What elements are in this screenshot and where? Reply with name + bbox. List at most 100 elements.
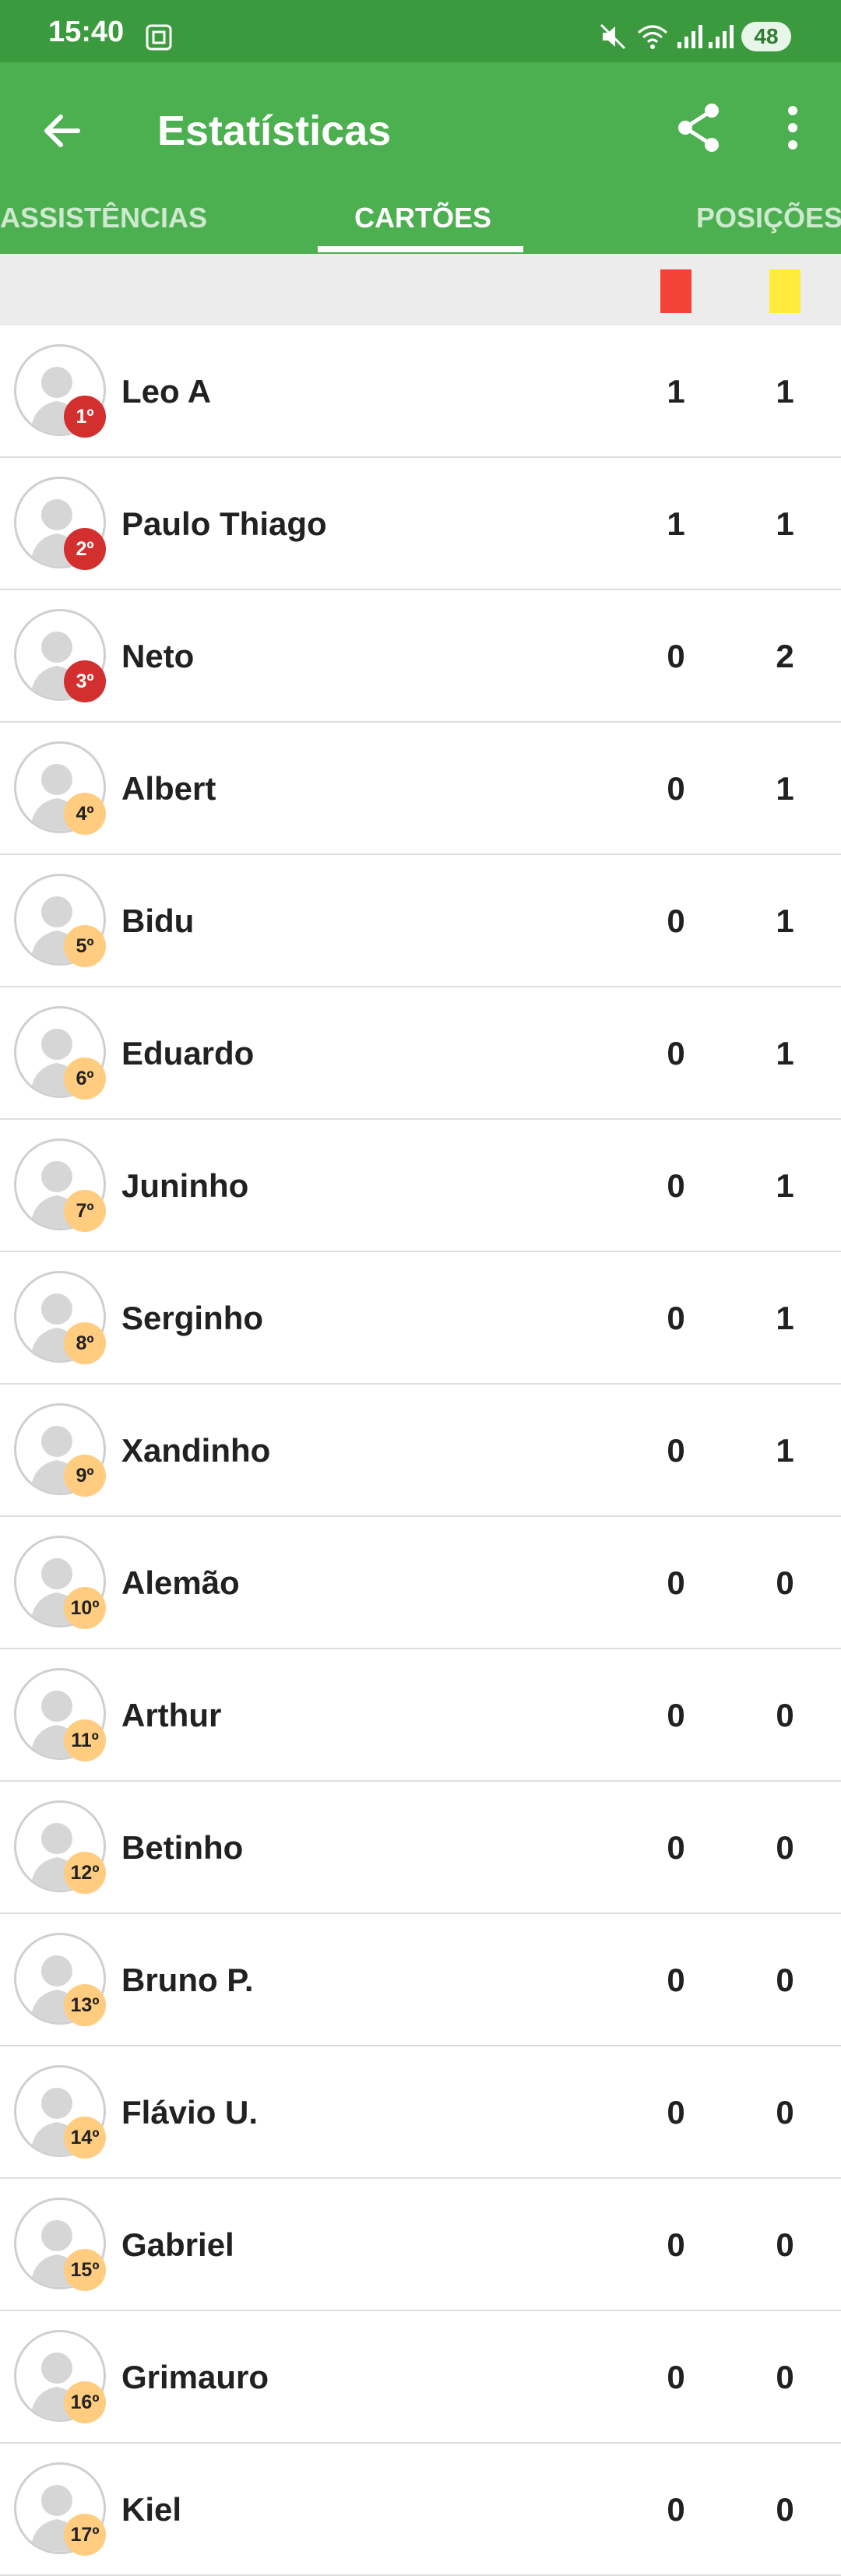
- player-name: Grimauro: [121, 2359, 269, 2395]
- yellow-card-count: 0: [776, 2491, 794, 2528]
- rank-badge: 14º: [64, 2117, 106, 2159]
- yellow-card-count: 1: [776, 770, 794, 807]
- tab-cartoes[interactable]: CARTÕES: [354, 201, 491, 235]
- signal-icon: [677, 25, 702, 48]
- player-name: Xandinho: [121, 1432, 271, 1469]
- player-name: Eduardo: [121, 1035, 255, 1072]
- player-row[interactable]: 1º Leo A 1 1: [0, 326, 841, 458]
- back-arrow-icon[interactable]: [33, 101, 92, 160]
- yellow-card-count: 0: [776, 1697, 794, 1733]
- rank-badge: 6º: [64, 1057, 106, 1100]
- player-row[interactable]: 8º Serginho 0 1: [0, 1252, 841, 1385]
- player-name: Leo A: [121, 373, 212, 410]
- yellow-card-count: 0: [776, 2094, 794, 2131]
- share-icon[interactable]: [670, 98, 729, 157]
- player-row[interactable]: 12º Betinho 0 0: [0, 1782, 841, 1914]
- more-options-icon[interactable]: [769, 98, 816, 157]
- red-card-count: 0: [667, 1167, 685, 1204]
- screenshot-icon: [146, 24, 172, 51]
- player-row[interactable]: 10º Alemão 0 0: [0, 1517, 841, 1649]
- red-card-count: 0: [667, 1564, 685, 1601]
- player-row[interactable]: 11º Arthur 0 0: [0, 1649, 841, 1782]
- player-name: Gabriel: [121, 2226, 234, 2263]
- rank-badge: 13º: [64, 1984, 106, 2026]
- player-name: Arthur: [121, 1697, 222, 1733]
- tab-assistencias[interactable]: ASSISTÊNCIAS: [0, 201, 207, 235]
- yellow-card-count: 0: [776, 1829, 794, 1866]
- player-list: 1º Leo A 1 1 2º Paulo Thiago 1 1 3º Neto 0 2 4º Alber…: [0, 326, 841, 2576]
- mute-icon: [600, 23, 626, 50]
- yellow-card-count: 1: [776, 1035, 794, 1072]
- player-name: Neto: [121, 638, 195, 674]
- status-time: 15:40: [48, 16, 125, 48]
- yellow-card-count: 1: [776, 903, 794, 939]
- status-bar: 15:40 48: [0, 0, 841, 62]
- yellow-card-icon: [769, 269, 801, 313]
- player-row[interactable]: 13º Bruno P. 0 0: [0, 1914, 841, 2046]
- player-row[interactable]: 4º Albert 0 1: [0, 723, 841, 855]
- rank-badge: 15º: [64, 2249, 106, 2291]
- player-name: Bruno P.: [121, 1962, 254, 1998]
- player-name: Alemão: [121, 1564, 240, 1601]
- red-card-count: 0: [667, 1300, 685, 1336]
- yellow-card-count: 1: [776, 1300, 794, 1336]
- red-card-count: 0: [667, 1962, 685, 1998]
- player-row[interactable]: 6º Eduardo 0 1: [0, 987, 841, 1120]
- red-card-count: 0: [667, 2226, 685, 2263]
- red-card-count: 0: [667, 903, 685, 939]
- yellow-card-count: 1: [776, 373, 794, 410]
- wifi-icon: [638, 25, 667, 49]
- rank-badge: 8º: [64, 1322, 106, 1364]
- red-card-count: 0: [667, 2491, 685, 2528]
- tab-posicoes[interactable]: POSIÇÕES: [696, 201, 841, 235]
- yellow-card-count: 1: [776, 505, 794, 542]
- yellow-card-count: 0: [776, 2359, 794, 2395]
- rank-badge: 11º: [64, 1719, 106, 1761]
- red-card-count: 0: [667, 2359, 685, 2395]
- player-name: Kiel: [121, 2491, 182, 2528]
- red-card-count: 0: [667, 1829, 685, 1866]
- player-row[interactable]: 2º Paulo Thiago 1 1: [0, 458, 841, 590]
- red-card-count: 0: [667, 1432, 685, 1469]
- rank-badge: 12º: [64, 1852, 106, 1894]
- yellow-card-count: 0: [776, 1564, 794, 1601]
- red-card-count: 0: [667, 1035, 685, 1072]
- yellow-card-count: 2: [776, 638, 794, 674]
- player-row[interactable]: 15º Gabriel 0 0: [0, 2179, 841, 2311]
- player-row[interactable]: 16º Grimauro 0 0: [0, 2311, 841, 2444]
- battery-icon: 48: [741, 22, 791, 51]
- player-name: Juninho: [121, 1167, 249, 1204]
- player-row[interactable]: 7º Juninho 0 1: [0, 1120, 841, 1252]
- player-row[interactable]: 9º Xandinho 0 1: [0, 1385, 841, 1517]
- rank-badge: 5º: [64, 925, 106, 967]
- rank-badge: 10º: [64, 1587, 106, 1629]
- rank-badge: 3º: [64, 660, 106, 702]
- rank-badge: 9º: [64, 1455, 106, 1497]
- signal-2-icon: [709, 25, 734, 48]
- rank-badge: 7º: [64, 1190, 106, 1232]
- player-row[interactable]: 3º Neto 0 2: [0, 590, 841, 723]
- player-name: Serginho: [121, 1300, 264, 1336]
- player-name: Albert: [121, 770, 216, 807]
- red-card-count: 0: [667, 638, 685, 674]
- red-card-count: 1: [667, 373, 685, 410]
- yellow-card-count: 1: [776, 1167, 794, 1204]
- player-name: Paulo Thiago: [121, 505, 327, 542]
- red-card-count: 0: [667, 2094, 685, 2131]
- rank-badge: 1º: [64, 396, 106, 438]
- red-card-count: 0: [667, 1697, 685, 1733]
- player-name: Bidu: [121, 903, 195, 939]
- player-row[interactable]: 17º Kiel 0 0: [0, 2444, 841, 2576]
- rank-badge: 17º: [64, 2514, 106, 2556]
- yellow-card-count: 1: [776, 1432, 794, 1469]
- yellow-card-count: 0: [776, 1962, 794, 1998]
- page-title: Estatísticas: [157, 107, 392, 154]
- app-bar: Estatísticas ASSISTÊNCIAS CARTÕES POSIÇÕ…: [0, 62, 841, 254]
- player-name: Flávio U.: [121, 2094, 259, 2131]
- player-row[interactable]: 5º Bidu 0 1: [0, 855, 841, 987]
- red-card-count: 1: [667, 505, 685, 542]
- rank-badge: 2º: [64, 528, 106, 570]
- column-header: [0, 254, 841, 326]
- player-row[interactable]: 14º Flávio U. 0 0: [0, 2046, 841, 2179]
- tab-indicator: [318, 246, 523, 252]
